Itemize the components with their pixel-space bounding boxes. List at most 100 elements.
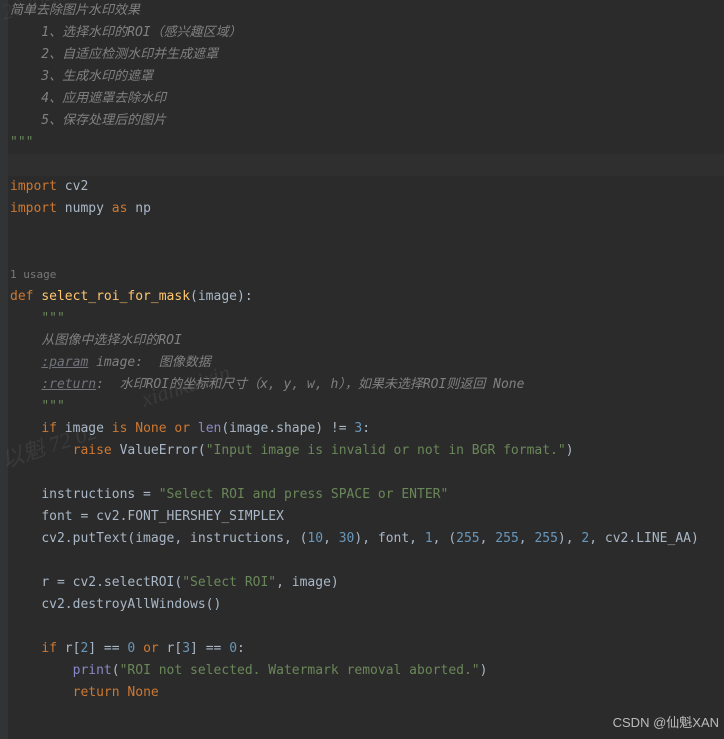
return-tag: :return <box>41 377 96 392</box>
code-text: ) <box>480 663 488 678</box>
cursor-line[interactable] <box>8 154 724 176</box>
triple-quote: """ <box>41 311 64 326</box>
code-text: font = cv2.FONT_HERSHEY_SIMPLEX <box>41 509 284 524</box>
code-text: , image) <box>276 575 339 590</box>
alias-np: np <box>135 201 151 216</box>
csdn-credit: CSDN @仙魁XAN <box>613 712 719 734</box>
number: 3 <box>182 641 190 656</box>
triple-quote: """ <box>10 135 33 150</box>
none-keyword: None <box>127 685 158 700</box>
module-numpy: numpy <box>65 201 104 216</box>
doc-end: """ <box>8 132 724 154</box>
import-keyword: import <box>10 179 57 194</box>
code-text: , cv2.LINE_AA) <box>589 531 699 546</box>
code-line: if r[2] == 0 or r[3] == 0: <box>8 638 724 660</box>
code-text: ] == <box>190 641 229 656</box>
string-literal: "Input image is invalid or not in BGR fo… <box>206 443 566 458</box>
number: 255 <box>456 531 479 546</box>
or-keyword: or <box>143 641 159 656</box>
code-line: print("ROI not selected. Watermark remov… <box>8 660 724 682</box>
as-keyword: as <box>112 201 128 216</box>
lparen: ( <box>190 289 198 304</box>
code-text: ValueError( <box>112 443 206 458</box>
blank-line <box>8 550 724 572</box>
code-text: , <box>480 531 496 546</box>
doc-line: 简单去除图片水印效果 <box>8 0 724 22</box>
code-text: r = cv2.selectROI( <box>41 575 182 590</box>
doc-step-4: 4、应用遮罩去除水印 <box>10 91 166 106</box>
docstring-desc: 从图像中选择水印的ROI <box>8 330 724 352</box>
number: 0 <box>229 641 237 656</box>
return-keyword: return <box>73 685 120 700</box>
number: 1 <box>425 531 433 546</box>
docstring-param: :param image: 图像数据 <box>8 352 724 374</box>
code-line: font = cv2.FONT_HERSHEY_SIMPLEX <box>8 506 724 528</box>
colon: : <box>237 641 245 656</box>
raise-keyword: raise <box>73 443 112 458</box>
blank-line <box>8 462 724 484</box>
or-keyword: or <box>174 421 190 436</box>
doc-step-5: 5、保存处理后的图片 <box>10 113 166 128</box>
doc-step-2: 2、自适应检测水印并生成遮罩 <box>10 47 218 62</box>
docstring-open: """ <box>8 308 724 330</box>
code-text: instructions = <box>41 487 158 502</box>
doc-desc: 从图像中选择水印的ROI <box>41 333 181 348</box>
code-line: r = cv2.selectROI("Select ROI", image) <box>8 572 724 594</box>
docstring-return: :return: 水印ROI的坐标和尺寸（x, y, w, h），如果未选择RO… <box>8 374 724 396</box>
code-text: ) <box>566 443 574 458</box>
param-image: image <box>198 289 237 304</box>
code-text: ] == <box>88 641 127 656</box>
string-literal: "ROI not selected. Watermark removal abo… <box>120 663 480 678</box>
len-builtin: len <box>198 421 221 436</box>
doc-step: 2、自适应检测水印并生成遮罩 <box>8 44 724 66</box>
doc-step: 5、保存处理后的图片 <box>8 110 724 132</box>
number: 10 <box>307 531 323 546</box>
code-text: cv2.destroyAllWindows() <box>41 597 221 612</box>
blank-line <box>8 616 724 638</box>
usage-hint[interactable]: 1 usage <box>8 264 724 286</box>
module-cv2: cv2 <box>65 179 88 194</box>
number: 255 <box>495 531 518 546</box>
code-text: , <box>323 531 339 546</box>
string-literal: "Select ROI and press SPACE or ENTER" <box>159 487 449 502</box>
code-text <box>190 421 198 436</box>
print-builtin: print <box>73 663 112 678</box>
code-text: ), <box>558 531 581 546</box>
import-line: import cv2 <box>8 176 724 198</box>
number: 30 <box>339 531 355 546</box>
code-text: (image.shape) != <box>221 421 354 436</box>
number: 255 <box>534 531 557 546</box>
code-line: cv2.destroyAllWindows() <box>8 594 724 616</box>
code-line: if image is None or len(image.shape) != … <box>8 418 724 440</box>
param-rest: image: 图像数据 <box>88 355 210 370</box>
if-keyword: if <box>41 641 57 656</box>
doc-step-1: 1、选择水印的ROI（感兴趣区域） <box>10 25 242 40</box>
import-line: import numpy as np <box>8 198 724 220</box>
docstring-close: """ <box>8 396 724 418</box>
code-text: r[ <box>159 641 182 656</box>
code-line: instructions = "Select ROI and press SPA… <box>8 484 724 506</box>
code-editor[interactable]: 简单去除图片水印效果 1、选择水印的ROI（感兴趣区域） 2、自适应检测水印并生… <box>0 0 724 704</box>
code-text <box>135 641 143 656</box>
code-text: , ( <box>433 531 456 546</box>
code-text: ), font, <box>354 531 424 546</box>
triple-quote: """ <box>41 399 64 414</box>
string-literal: "Select ROI" <box>182 575 276 590</box>
blank-line <box>8 242 724 264</box>
code-line: return None <box>8 682 724 704</box>
def-keyword: def <box>10 289 33 304</box>
code-text: ( <box>112 663 120 678</box>
doc-step: 1、选择水印的ROI（感兴趣区域） <box>8 22 724 44</box>
code-line: cv2.putText(image, instructions, (10, 30… <box>8 528 724 550</box>
code-text: r[ <box>57 641 80 656</box>
colon: : <box>362 421 370 436</box>
none-keyword: None <box>135 421 166 436</box>
blank-line <box>8 220 724 242</box>
rparen: ): <box>237 289 253 304</box>
function-name: select_roi_for_mask <box>41 289 190 304</box>
is-keyword: is <box>112 421 128 436</box>
if-keyword: if <box>41 421 57 436</box>
doc-step: 3、生成水印的遮罩 <box>8 66 724 88</box>
doc-step-3: 3、生成水印的遮罩 <box>10 69 153 84</box>
code-line: raise ValueError("Input image is invalid… <box>8 440 724 462</box>
